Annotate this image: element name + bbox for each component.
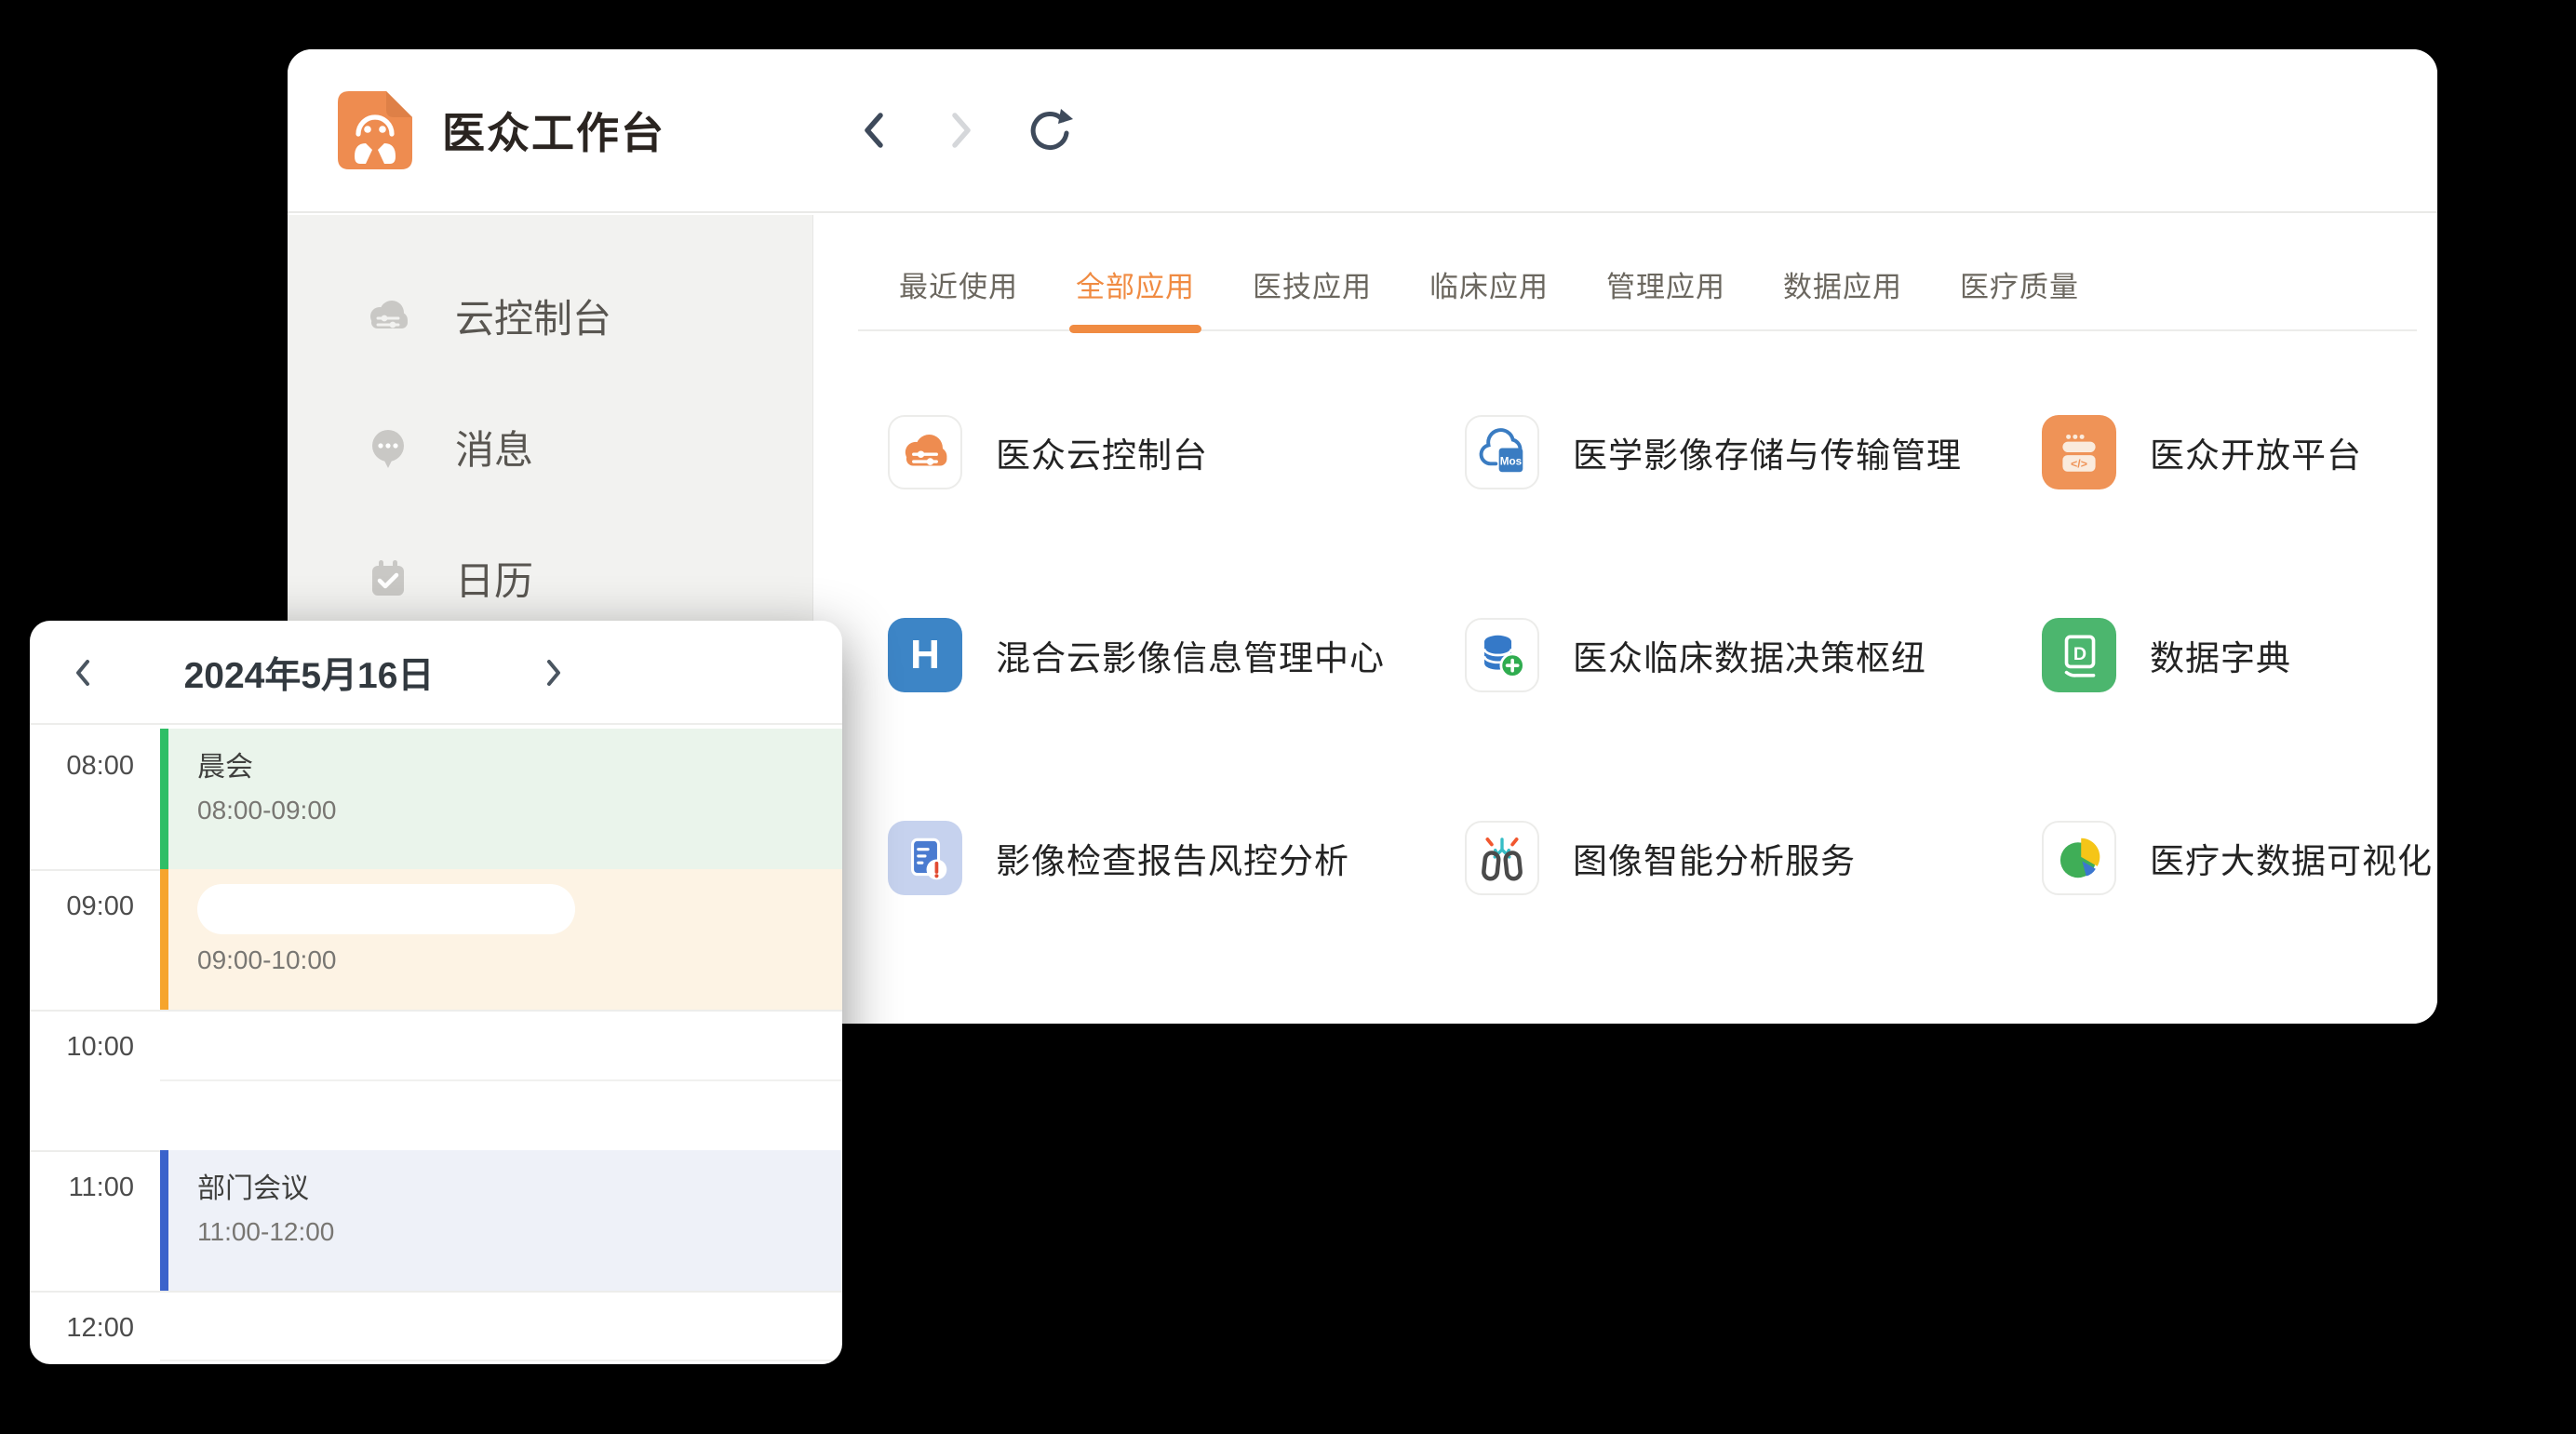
half-hour-line	[160, 1360, 842, 1361]
calendar-event-department-meeting[interactable]: 部门会议 11:00-12:00	[160, 1150, 842, 1291]
app-item-image-storage[interactable]: Mos 医学影像存储与传输管理	[1465, 415, 2042, 489]
chevron-right-icon	[946, 106, 977, 154]
half-hour-line	[160, 1079, 842, 1081]
calendar-panel: 2024年5月16日 08:00 09:00 10:00 11:00 12:00…	[30, 621, 842, 1364]
event-title: 部门会议	[197, 1150, 842, 1206]
event-time: 08:00-09:00	[197, 784, 842, 825]
chevron-right-icon	[543, 654, 565, 691]
cloud-sliders-icon	[364, 292, 412, 341]
calendar-day-view: 08:00 09:00 10:00 11:00 12:00 晨会 08:00-0…	[30, 725, 842, 1362]
svg-text:</>: </>	[2071, 458, 2087, 471]
database-plus-icon	[1475, 628, 1529, 682]
app-label: 图像智能分析服务	[1573, 833, 1856, 883]
pie-chart-icon	[2052, 831, 2106, 885]
app-item-image-ai-analysis[interactable]: 图像智能分析服务	[1465, 821, 2042, 895]
cloud-sliders-icon	[898, 425, 952, 479]
event-title-redacted	[197, 884, 575, 934]
lungs-icon	[1475, 831, 1529, 885]
cloud-mos-icon: Mos	[1475, 425, 1529, 479]
chevron-left-icon	[72, 654, 94, 691]
sidebar-item-messages[interactable]: 消息	[288, 382, 812, 513]
tab-clinical-apps[interactable]: 临床应用	[1429, 263, 1549, 305]
svg-text:D: D	[2073, 644, 2086, 664]
calendar-prev-day-button[interactable]	[50, 621, 115, 725]
app-label: 医疗大数据可视化	[2150, 833, 2433, 883]
app-item-open-platform[interactable]: </> 医众开放平台	[2042, 415, 2437, 489]
time-label: 11:00	[30, 1173, 134, 1203]
tab-quality[interactable]: 医疗质量	[1960, 263, 2079, 305]
browser-nav	[850, 106, 1073, 154]
app-label: 医学影像存储与传输管理	[1573, 427, 1962, 477]
event-time: 09:00-10:00	[197, 934, 842, 975]
app-label: 医众临床数据决策枢纽	[1573, 630, 1926, 680]
content-area: 最近使用 全部应用 医技应用 临床应用 管理应用 数据应用 医疗质量	[813, 215, 2437, 1024]
time-label: 09:00	[30, 891, 134, 922]
calendar-event-morning-meeting[interactable]: 晨会 08:00-09:00	[160, 729, 842, 869]
report-alert-icon	[898, 831, 952, 885]
sidebar-item-label: 消息	[455, 419, 533, 476]
tab-medtech-apps[interactable]: 医技应用	[1253, 263, 1372, 305]
calendar-header: 2024年5月16日	[30, 621, 842, 725]
app-label: 数据字典	[2150, 630, 2291, 680]
calendar-event-redacted[interactable]: 09:00-10:00	[160, 869, 842, 1010]
forward-button[interactable]	[937, 106, 986, 154]
refresh-button[interactable]	[1025, 106, 1073, 154]
app-item-data-dictionary[interactable]: D 数据字典	[2042, 618, 2437, 692]
letter-h-icon: H	[910, 632, 940, 678]
calendar-next-day-button[interactable]	[521, 621, 586, 725]
calendar-date-title: 2024年5月16日	[141, 621, 476, 725]
app-item-cloud-console[interactable]: 医众云控制台	[888, 415, 1465, 489]
svg-text:Mos: Mos	[1500, 455, 1523, 467]
refresh-icon	[1025, 106, 1073, 154]
app-item-big-data-visualization[interactable]: 医疗大数据可视化	[2042, 821, 2437, 895]
hour-line	[30, 1291, 842, 1293]
app-logo-icon	[336, 89, 414, 171]
app-grid: 医众云控制台 Mos 医学影像存储与传输管理	[888, 415, 2437, 1024]
tab-management-apps[interactable]: 管理应用	[1606, 263, 1725, 305]
app-item-hybrid-cloud-imaging[interactable]: H 混合云影像信息管理中心	[888, 618, 1465, 692]
tab-bar: 最近使用 全部应用 医技应用 临床应用 管理应用 数据应用 医疗质量	[858, 215, 2417, 331]
hour-line	[30, 1010, 842, 1012]
tab-data-apps[interactable]: 数据应用	[1783, 263, 1902, 305]
window-header: 医众工作台	[288, 49, 2437, 213]
tab-recent[interactable]: 最近使用	[899, 263, 1018, 305]
event-title: 晨会	[197, 729, 842, 784]
sidebar-item-label: 日历	[455, 550, 533, 607]
tab-all-apps[interactable]: 全部应用	[1076, 263, 1195, 305]
app-item-clinical-data-hub[interactable]: 医众临床数据决策枢纽	[1465, 618, 2042, 692]
code-window-icon: </>	[2052, 425, 2106, 479]
sidebar-item-cloud-console[interactable]: 云控制台	[288, 250, 812, 382]
app-item-report-risk-analysis[interactable]: 影像检查报告风控分析	[888, 821, 1465, 895]
app-label: 影像检查报告风控分析	[996, 833, 1349, 883]
app-label: 医众开放平台	[2150, 427, 2362, 477]
app-label: 医众云控制台	[996, 427, 1208, 477]
window-title: 医众工作台	[442, 100, 665, 161]
time-label: 10:00	[30, 1032, 134, 1063]
sidebar-item-label: 云控制台	[455, 288, 611, 344]
time-label: 12:00	[30, 1313, 134, 1344]
event-time: 11:00-12:00	[197, 1206, 842, 1247]
back-button[interactable]	[850, 106, 898, 154]
chevron-left-icon	[858, 106, 890, 154]
book-d-icon: D	[2052, 628, 2106, 682]
time-label: 08:00	[30, 751, 134, 782]
message-bubble-icon	[364, 423, 412, 472]
calendar-check-icon	[364, 555, 412, 603]
app-label: 混合云影像信息管理中心	[996, 630, 1385, 680]
